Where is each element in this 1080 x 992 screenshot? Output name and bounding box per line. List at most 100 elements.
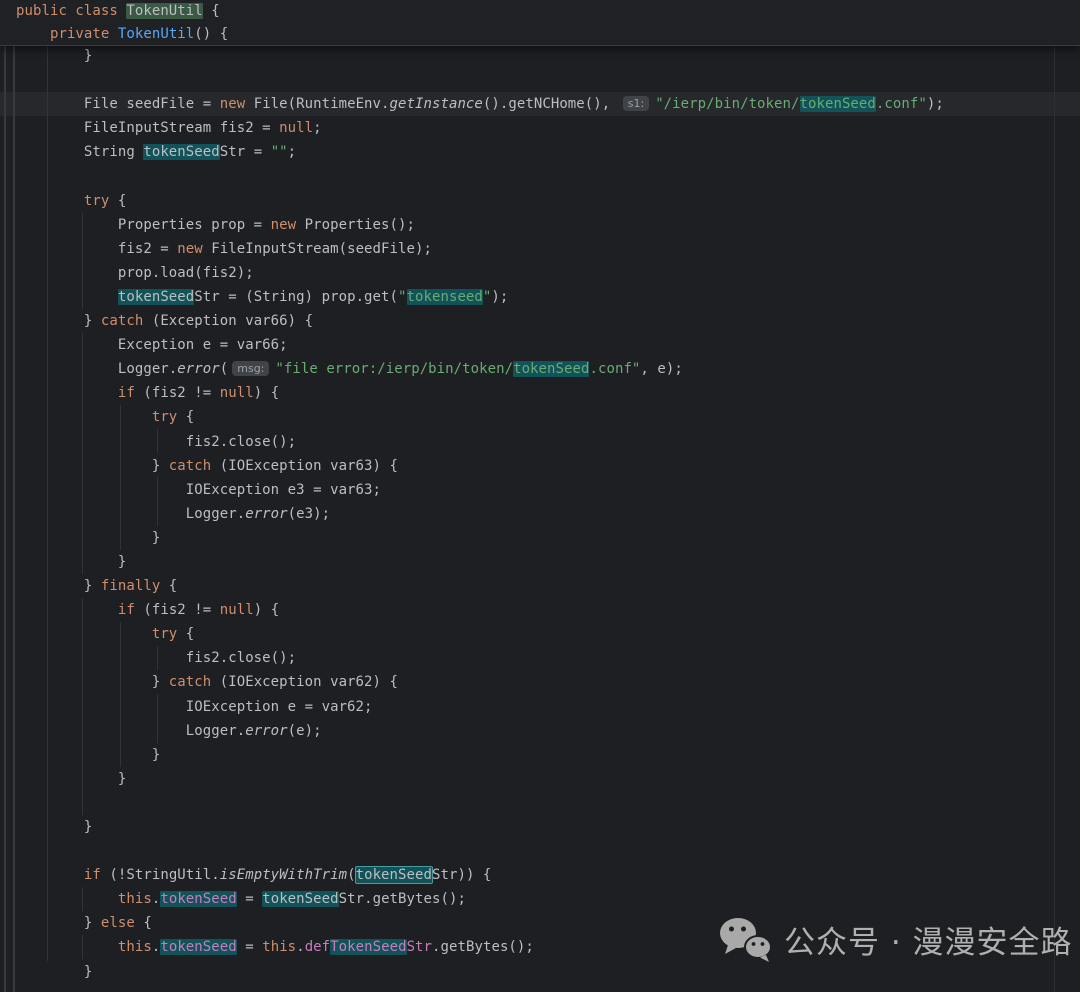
code-line[interactable]: File seedFile = new File(RuntimeEnv.getI… [16,92,1080,116]
code-line[interactable]: Logger.error(e3); [16,502,1080,526]
code-token: Str.getBytes(); [339,891,466,907]
code-token: new [271,217,305,233]
code-token: { [160,578,177,594]
code-token: try [84,193,109,209]
code-token [16,193,84,209]
code-line[interactable]: Logger.error(e); [16,719,1080,743]
code-line[interactable]: prop.load(fis2); [16,261,1080,285]
wechat-icon [718,916,772,963]
code-token: TokenUtil [126,3,202,19]
code-token: ; [313,120,322,136]
code-token: public class [16,3,126,19]
code-token: if [118,602,135,618]
code-token: tokenSeed [513,361,589,377]
code-line[interactable]: private TokenUtil() { [16,23,228,46]
code-token: { [177,626,194,642]
code-token: (fis2 != [135,602,220,618]
code-token: (e3); [288,506,330,522]
code-token: .conf" [876,96,927,112]
code-token: { [135,915,152,931]
code-line[interactable]: Properties prop = new Properties(); [16,213,1080,237]
code-line[interactable]: this.tokenSeed = tokenSeedStr.getBytes()… [16,887,1080,911]
code-line[interactable]: fis2 = new FileInputStream(seedFile); [16,237,1080,261]
code-token: File(RuntimeEnv. [254,96,390,112]
code-line[interactable] [16,68,1080,92]
code-token: catch [101,313,143,329]
code-line[interactable]: } catch (IOException var63) { [16,454,1080,478]
code-token: ( [220,361,229,377]
code-line[interactable]: if (!StringUtil.isEmptyWithTrim(tokenSee… [16,863,1080,887]
code-token: " [398,289,407,305]
code-line[interactable]: Logger.error(msg:"file error:/ierp/bin/t… [16,357,1080,381]
code-token: , e); [640,361,682,377]
code-token: null [220,385,254,401]
code-line[interactable]: Exception e = var66; [16,333,1080,357]
code-line[interactable]: fis2.close(); [16,430,1080,454]
code-token: } [16,578,101,594]
code-token: ) { [254,385,279,401]
code-line[interactable]: tokenSeedStr = (String) prop.get("tokens… [16,285,1080,309]
code-line[interactable]: fis2.close(); [16,646,1080,670]
code-token: String [16,144,143,160]
code-token: (!StringUtil. [101,867,220,883]
code-line[interactable]: } [16,960,1080,984]
code-token: tokenSeed [118,289,194,305]
code-token: fis2.close(); [16,650,296,666]
code-token: } [16,964,92,980]
code-token: } [16,554,126,570]
code-line[interactable]: try { [16,189,1080,213]
code-line[interactable]: String tokenSeedStr = ""; [16,140,1080,164]
code-line[interactable]: FileInputStream fis2 = null; [16,116,1080,140]
code-line[interactable]: } [16,550,1080,574]
code-token: ; [288,144,297,160]
code-line[interactable] [16,164,1080,188]
code-line[interactable]: } [16,44,1080,68]
code-line[interactable]: } [16,526,1080,550]
code-token: Str [407,939,432,955]
code-line[interactable]: } catch (Exception var66) { [16,309,1080,333]
code-token: fis2.close(); [16,434,296,450]
code-token: { [177,409,194,425]
code-token: Properties prop = [16,217,271,233]
code-token: } [16,915,101,931]
code-line[interactable]: try { [16,405,1080,429]
code-token: (Exception var66) { [143,313,313,329]
code-token: (IOException var63) { [211,458,398,474]
code-token: error [177,361,219,377]
code-token [16,26,50,42]
code-line[interactable]: } [16,743,1080,767]
code-token: Logger. [16,361,177,377]
code-area[interactable]: } File seedFile = new File(RuntimeEnv.ge… [16,44,1080,984]
code-line[interactable]: try { [16,622,1080,646]
code-line[interactable]: IOException e3 = var63; [16,478,1080,502]
code-line[interactable] [16,791,1080,815]
code-line[interactable] [16,839,1080,863]
code-token: ().getNCHome(), [483,96,619,112]
code-line[interactable]: } [16,815,1080,839]
code-token: if [84,867,101,883]
watermark-text: 公众号 · 漫漫安全路 [784,917,1073,962]
code-token: "/ierp/bin/token/ [655,96,799,112]
code-token [16,891,118,907]
code-line[interactable]: } catch (IOException var62) { [16,670,1080,694]
code-token: tokenseed [407,289,483,305]
code-token: tokenSeed [160,939,236,955]
code-token: Logger. [16,723,245,739]
code-token: this [118,939,152,955]
sticky-lines-panel: public class TokenUtil { private TokenUt… [0,0,1080,46]
code-token: null [220,602,254,618]
code-token: def [305,939,330,955]
code-token: = [237,939,262,955]
code-token: error [245,506,287,522]
code-line[interactable]: if (fis2 != null) { [16,598,1080,622]
code-token: isEmptyWithTrim [220,867,347,883]
code-line[interactable]: if (fis2 != null) { [16,381,1080,405]
code-line[interactable]: } finally { [16,574,1080,598]
sticky-lines[interactable]: public class TokenUtil { private TokenUt… [16,0,228,45]
code-line[interactable]: } [16,767,1080,791]
code-token: . [296,939,305,955]
code-line[interactable]: IOException e = var62; [16,695,1080,719]
code-token: .getBytes(); [432,939,534,955]
code-token: .conf" [589,361,640,377]
code-line[interactable]: public class TokenUtil { [16,0,228,23]
